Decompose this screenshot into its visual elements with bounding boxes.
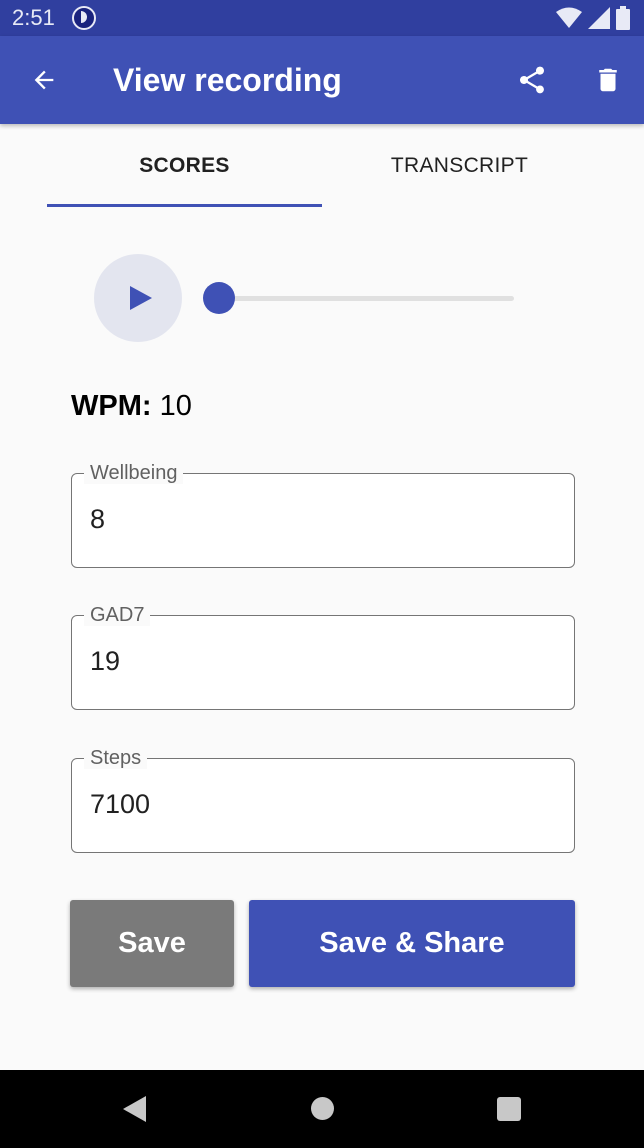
tab-scores[interactable]: SCORES bbox=[47, 124, 322, 208]
back-arrow-icon bbox=[34, 70, 54, 90]
wifi-icon bbox=[556, 7, 582, 28]
wpm-label: WPM: bbox=[71, 390, 152, 422]
play-button[interactable] bbox=[94, 254, 182, 342]
nav-back-icon[interactable] bbox=[123, 1096, 146, 1122]
system-nav-bar bbox=[0, 1070, 644, 1148]
delete-button[interactable] bbox=[586, 58, 630, 102]
battery-icon bbox=[616, 6, 630, 30]
share-icon bbox=[520, 66, 544, 94]
gad7-field-value: 19 bbox=[90, 646, 121, 676]
gad7-field[interactable]: GAD7 19 bbox=[71, 604, 575, 710]
share-button[interactable] bbox=[510, 58, 554, 102]
nav-home-icon[interactable] bbox=[311, 1097, 334, 1120]
save-button[interactable]: Save bbox=[70, 900, 234, 987]
page-title: View recording bbox=[113, 62, 342, 98]
save-and-share-button[interactable]: Save & Share bbox=[249, 900, 575, 987]
tab-transcript[interactable]: TRANSCRIPT bbox=[322, 124, 597, 208]
seek-thumb[interactable] bbox=[203, 282, 235, 314]
play-icon bbox=[130, 286, 152, 310]
wellbeing-field-label: Wellbeing bbox=[84, 462, 184, 484]
back-button[interactable] bbox=[22, 58, 66, 102]
wpm-value: 10 bbox=[159, 390, 192, 422]
wellbeing-field[interactable]: Wellbeing 8 bbox=[71, 462, 575, 568]
wpm-display: WPM: 10 bbox=[71, 390, 192, 423]
status-bar: 2:51 bbox=[0, 0, 644, 36]
status-icons bbox=[556, 6, 630, 30]
steps-field-value: 7100 bbox=[90, 789, 151, 819]
signal-icon bbox=[588, 7, 610, 29]
tab-bar: SCORES TRANSCRIPT bbox=[47, 124, 597, 208]
status-time: 2:51 bbox=[12, 5, 55, 30]
app-bar: View recording bbox=[0, 36, 644, 124]
app-notification-icon bbox=[72, 6, 96, 30]
seek-slider[interactable] bbox=[219, 296, 514, 301]
wellbeing-field-value: 8 bbox=[90, 504, 106, 534]
steps-field[interactable]: Steps 7100 bbox=[71, 747, 575, 853]
steps-field-label: Steps bbox=[84, 747, 148, 769]
gad7-field-label: GAD7 bbox=[84, 604, 151, 626]
trash-icon bbox=[599, 68, 617, 92]
nav-recents-icon[interactable] bbox=[497, 1097, 521, 1121]
tab-indicator bbox=[47, 204, 322, 207]
